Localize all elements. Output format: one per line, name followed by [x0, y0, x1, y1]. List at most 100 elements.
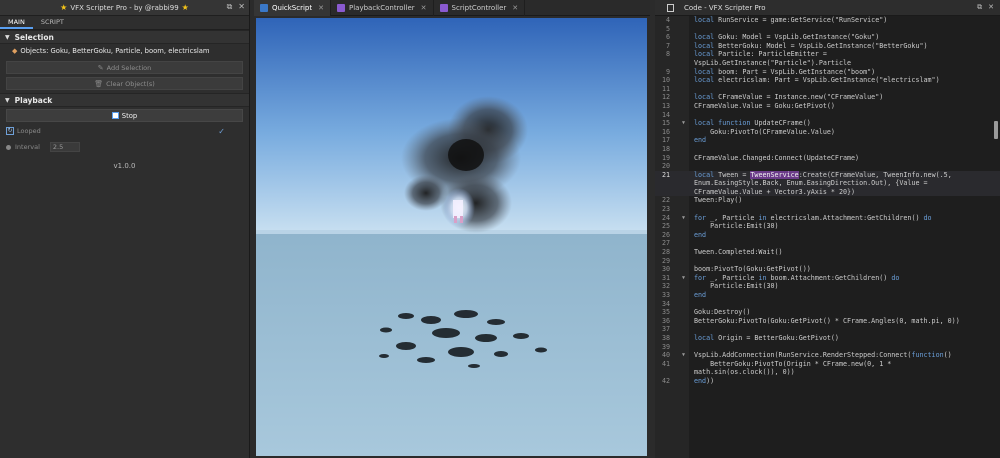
- scrollbar-thumb[interactable]: [994, 121, 998, 139]
- fold-icon[interactable]: ▼: [682, 274, 685, 283]
- code-line[interactable]: math.sin(os.clock()), 0)): [655, 368, 1000, 377]
- fold-icon[interactable]: ▼: [682, 214, 685, 223]
- line-number: 35: [661, 308, 670, 317]
- code-line[interactable]: 37: [655, 325, 1000, 334]
- close-icon[interactable]: ✕: [512, 4, 518, 12]
- selection-section-header[interactable]: ▼ Selection: [0, 30, 249, 44]
- checkmark-icon: ✓: [218, 126, 225, 136]
- document-icon: [667, 3, 674, 12]
- line-number: 27: [661, 239, 670, 248]
- code-line[interactable]: 38 local Origin = BetterGoku:GetPivot(): [655, 334, 1000, 343]
- looped-toggle[interactable]: ↻ Looped ✓: [6, 124, 243, 138]
- code-line[interactable]: 13 CFrameValue.Value = Goku:GetPivot(): [655, 102, 1000, 111]
- line-number: 32: [661, 282, 670, 291]
- stop-button[interactable]: Stop: [6, 109, 243, 122]
- line-number: 15: [661, 119, 670, 128]
- code-line[interactable]: 4 local RunService = game:GetService("Run…: [655, 16, 1000, 25]
- code-line[interactable]: 30 boom:PivotTo(Goku:GetPivot()): [655, 265, 1000, 274]
- add-selection-button[interactable]: ✎ Add Selection: [6, 61, 243, 74]
- code-line[interactable]: 18: [655, 145, 1000, 154]
- code-line[interactable]: 40 ▼ VspLib.AddConnection(RunService.Rende…: [655, 351, 1000, 360]
- code-line[interactable]: 6 local Goku: Model = VspLib.GetInstance(…: [655, 33, 1000, 42]
- line-number: 25: [661, 222, 670, 231]
- code-line[interactable]: 11: [655, 85, 1000, 94]
- code-line[interactable]: 10 local electricslam: Part = VspLib.GetI…: [655, 76, 1000, 85]
- code-line[interactable]: 31 ▼ for _, Particle in boom.Attachment:Ge…: [655, 274, 1000, 283]
- code-text: Goku:PivotTo(CFrameValue.Value): [694, 127, 835, 136]
- code-text: Tween.Completed:Wait(): [694, 248, 783, 257]
- code-line[interactable]: 36 BetterGoku:PivotTo(Goku:GetPivot() * C…: [655, 317, 1000, 326]
- code-line[interactable]: 15 ▼ local function UpdateCFrame(): [655, 119, 1000, 128]
- code-line[interactable]: VspLib.GetInstance("Particle").Particle: [655, 59, 1000, 68]
- code-line[interactable]: 12 local CFrameValue = Instance.new("CFra…: [655, 93, 1000, 102]
- line-number: 22: [661, 196, 670, 205]
- code-line[interactable]: 14: [655, 111, 1000, 120]
- code-line[interactable]: 23: [655, 205, 1000, 214]
- line-number: 26: [661, 230, 670, 239]
- line-number: 39: [661, 342, 670, 351]
- tab-script[interactable]: SCRIPT: [33, 16, 72, 29]
- close-icon[interactable]: ✕: [238, 2, 245, 12]
- code-line[interactable]: 25 Particle:Emit(30): [655, 222, 1000, 231]
- popout-icon[interactable]: ⧉: [977, 3, 982, 12]
- code-line[interactable]: 9 local boom: Part = VspLib.GetInstance("…: [655, 68, 1000, 77]
- code-line[interactable]: 16 Goku:PivotTo(CFrameValue.Value): [655, 128, 1000, 137]
- code-line[interactable]: 24 ▼ for _, Particle in electricslam.Attac…: [655, 214, 1000, 223]
- code-title: Code - VFX Scripter Pro: [684, 3, 766, 12]
- tab-scriptcontroller[interactable]: ScriptController ✕: [434, 0, 526, 16]
- code-line[interactable]: 19 CFrameValue.Changed:Connect(UpdateCFra…: [655, 154, 1000, 163]
- tab-playbackcontroller[interactable]: PlaybackController ✕: [331, 0, 434, 16]
- clear-objects-button[interactable]: 🗑 Clear Object(s): [6, 77, 243, 90]
- code-line[interactable]: 20: [655, 162, 1000, 171]
- code-line[interactable]: 39: [655, 343, 1000, 352]
- line-number: 23: [661, 205, 670, 214]
- code-line[interactable]: 22 Tween:Play(): [655, 196, 1000, 205]
- code-line[interactable]: 33 end: [655, 291, 1000, 300]
- objects-text: Objects: Goku, BetterGoku, Particle, boo…: [20, 47, 210, 55]
- close-icon[interactable]: ✕: [318, 4, 324, 12]
- close-icon[interactable]: ✕: [988, 3, 994, 12]
- close-icon[interactable]: ✕: [421, 4, 427, 12]
- code-line[interactable]: 7 local BetterGoku: Model = VspLib.GetIns…: [655, 42, 1000, 51]
- code-line[interactable]: 5: [655, 25, 1000, 34]
- plugin-panel: ★ VFX Scripter Pro - by @rabbi99 ★ ⧉ ✕ M…: [0, 0, 250, 458]
- code-text: end)): [694, 376, 715, 385]
- selection-header-label: Selection: [14, 32, 54, 42]
- code-line[interactable]: 28 Tween.Completed:Wait(): [655, 248, 1000, 257]
- code-line[interactable]: CFrameValue.Value + Vector3.yAxis * 20}): [655, 187, 1000, 197]
- fold-icon[interactable]: ▼: [682, 351, 685, 360]
- line-number: 36: [661, 316, 670, 325]
- 3d-viewport[interactable]: [256, 18, 647, 456]
- tab-main[interactable]: MAIN: [0, 16, 33, 29]
- code-line[interactable]: 29: [655, 257, 1000, 266]
- code-line[interactable]: 42 end)): [655, 377, 1000, 386]
- object-icon: ◆: [12, 47, 18, 55]
- module-script-icon: [336, 4, 345, 12]
- line-number: 20: [661, 162, 670, 171]
- code-text: CFrameValue.Changed:Connect(UpdateCFrame…: [694, 153, 860, 162]
- code-line[interactable]: 21 local Tween = TweenService:Create(CFra…: [655, 170, 1000, 180]
- interval-icon: [6, 144, 11, 150]
- fold-icon[interactable]: ▼: [682, 119, 685, 128]
- code-area[interactable]: 4 local RunService = game:GetService("Run…: [655, 16, 1000, 458]
- code-text: Goku:Destroy(): [694, 308, 751, 317]
- code-line[interactable]: Enum.EasingStyle.Back, Enum.EasingDirect…: [655, 179, 1000, 188]
- scene-render: [256, 18, 647, 456]
- code-line[interactable]: 34: [655, 300, 1000, 309]
- playback-section-header[interactable]: ▼ Playback: [0, 93, 249, 107]
- code-line[interactable]: 27: [655, 239, 1000, 248]
- code-line[interactable]: 41 BetterGoku:PivotTo(Origin * CFrame.ne…: [655, 360, 1000, 369]
- interval-input[interactable]: 2.5: [49, 142, 80, 152]
- code-line[interactable]: 32 Particle:Emit(30): [655, 282, 1000, 291]
- code-line[interactable]: 17 end: [655, 136, 1000, 145]
- code-lines[interactable]: 4 local RunService = game:GetService("Run…: [655, 16, 1000, 386]
- tab-quickscript[interactable]: QuickScript ✕: [254, 0, 331, 16]
- line-number: 42: [661, 376, 670, 385]
- code-line[interactable]: 35 Goku:Destroy(): [655, 308, 1000, 317]
- code-line[interactable]: 26 end: [655, 231, 1000, 240]
- popout-icon[interactable]: ⧉: [227, 2, 233, 12]
- code-line[interactable]: 8 local Particle: ParticleEmitter =: [655, 50, 1000, 59]
- code-text: local BetterGoku: Model = VspLib.GetInst…: [694, 41, 928, 50]
- line-number: 33: [661, 291, 670, 299]
- code-text: Particle:Emit(30): [694, 222, 779, 231]
